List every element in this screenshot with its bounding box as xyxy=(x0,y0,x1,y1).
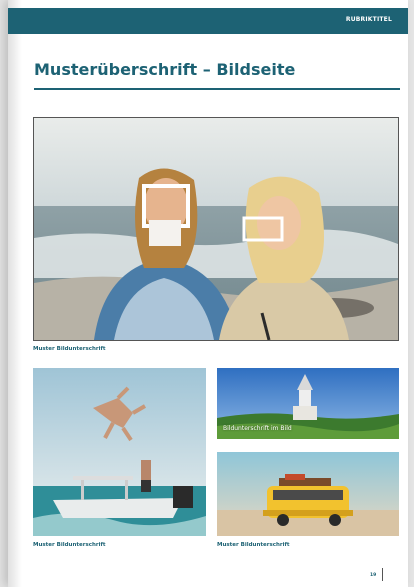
header-bar: RUBRIKTITEL xyxy=(8,8,408,34)
bus-photo xyxy=(217,452,399,536)
main-photo xyxy=(33,117,399,341)
bus-photo-caption: Muster Bildunterschrift xyxy=(217,542,290,548)
page-title: Musterüberschrift – Bildseite xyxy=(34,60,296,79)
church-photo-overlay-caption: Bildunterschrift im Bild xyxy=(223,425,292,432)
title-underline xyxy=(34,88,400,90)
document-page: RUBRIKTITEL Musterüberschrift – Bildseit… xyxy=(8,0,408,587)
section-label: RUBRIKTITEL xyxy=(345,16,392,23)
page-number-divider xyxy=(382,568,383,581)
page-number: 19 xyxy=(370,573,377,578)
page-fold-shade xyxy=(8,0,22,587)
jump-photo-caption: Muster Bildunterschrift xyxy=(33,542,106,548)
jump-photo xyxy=(33,368,206,536)
church-photo: Bildunterschrift im Bild xyxy=(217,368,399,439)
main-photo-caption: Muster Bildunterschrift xyxy=(33,346,106,352)
